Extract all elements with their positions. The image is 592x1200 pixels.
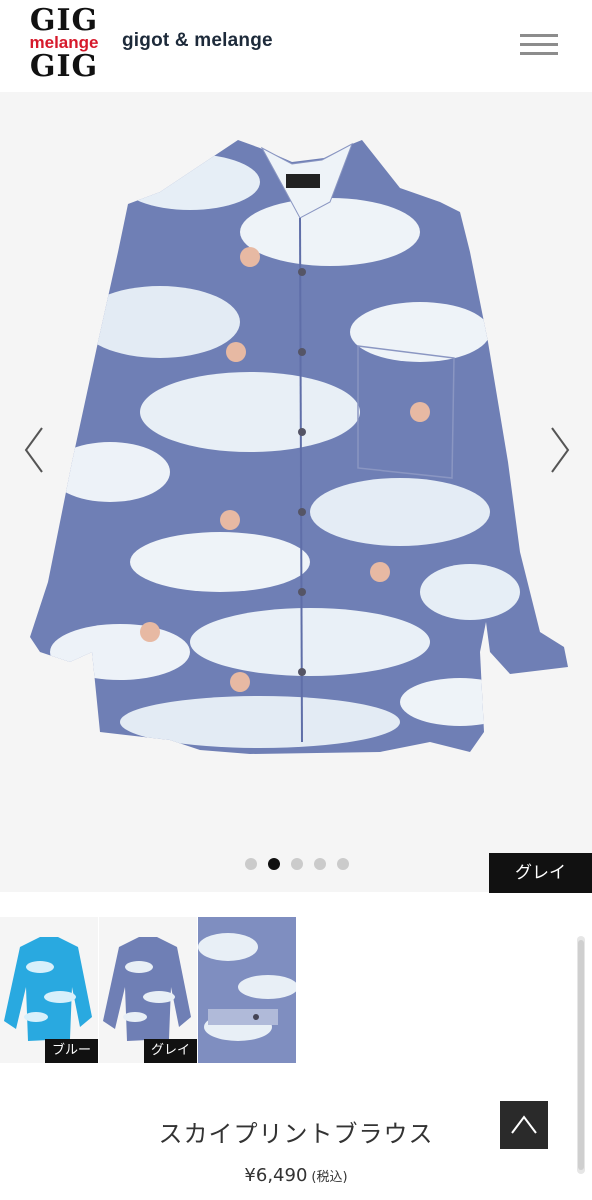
product-image-carousel[interactable]: グレイ [0,92,592,893]
thumbnail-tag: ブルー [44,1039,98,1063]
hamburger-menu-icon[interactable] [516,30,562,60]
chevron-right-icon[interactable] [544,420,574,480]
thumbnail-detail[interactable] [198,917,296,1063]
thumbnail-blue[interactable]: ブルー [0,917,98,1063]
back-to-top-button[interactable] [500,1101,548,1149]
caret-up-icon [511,1115,537,1134]
logo-text-melange: melange [24,33,104,53]
site-header: GIG GIG melange gigot & melange [0,0,592,90]
pagination-dot-active[interactable] [268,858,280,870]
pagination-dot[interactable] [291,858,303,870]
thumbnail-image-detail [198,917,296,1063]
brand-name[interactable]: gigot & melange [122,30,273,52]
pagination-dot[interactable] [314,858,326,870]
color-label: グレイ [489,853,592,893]
price-row: ¥6,490 (税込) [0,1165,592,1186]
thumbnail-tag: グレイ [143,1039,197,1063]
thumbnail-grey[interactable]: グレイ [99,917,197,1063]
logo-text-top: GIG [29,3,99,38]
brand-logo[interactable]: GIG GIG melange [24,3,104,84]
product-page: GIG GIG melange gigot & melange グレイ ブルー … [0,0,592,1200]
main-product-image [30,140,568,754]
product-price: ¥6,490 [244,1165,308,1186]
logo-text-bottom: GIG [29,49,99,84]
carousel-pagination [242,858,352,872]
pagination-dot[interactable] [337,858,349,870]
pagination-dot[interactable] [245,858,257,870]
thumbnail-strip: ブルー グレイ [0,917,592,1065]
chevron-left-icon[interactable] [20,420,50,480]
tax-note: (税込) [311,1170,348,1185]
